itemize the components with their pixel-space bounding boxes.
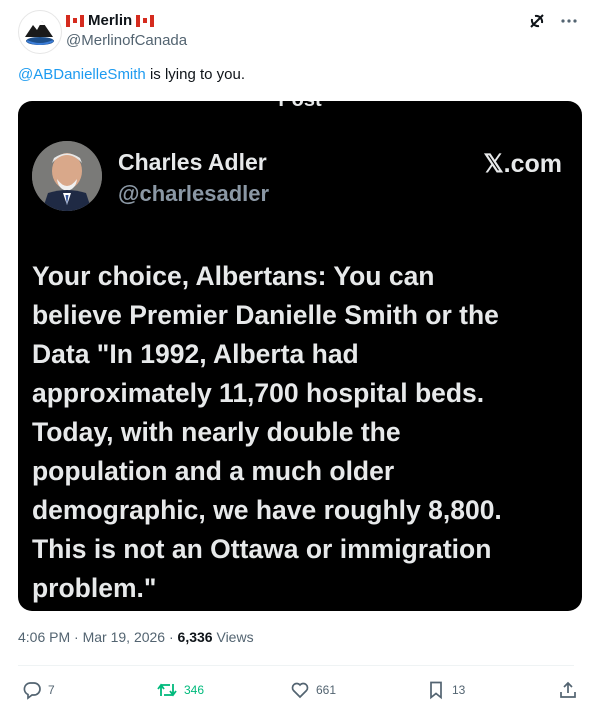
- tweet-text: @ABDanielleSmith is lying to you.: [18, 66, 245, 83]
- canada-flag-icon: [136, 14, 155, 27]
- author-name[interactable]: Merlin: [88, 12, 132, 29]
- embedded-avatar: [32, 141, 102, 211]
- more-icon[interactable]: [560, 12, 578, 30]
- bookmark-icon: [430, 681, 442, 700]
- repost-button[interactable]: 346: [156, 680, 204, 700]
- bookmark-button[interactable]: 13: [426, 680, 465, 700]
- repost-count: 346: [184, 683, 205, 697]
- embedded-top-label: Post: [18, 101, 582, 112]
- grok-icon[interactable]: [528, 12, 546, 30]
- views-label: Views: [212, 629, 254, 645]
- mention-link[interactable]: @ABDanielleSmith: [18, 66, 146, 83]
- tweet-date[interactable]: Mar 19, 2026: [83, 629, 166, 645]
- action-bar: 7 346 661 13: [22, 678, 578, 704]
- tweet-header: Merlin @MerlinofCanada: [18, 10, 578, 56]
- like-count: 661: [316, 683, 337, 697]
- repost-icon: [157, 683, 177, 697]
- header-actions: [528, 12, 578, 30]
- share-icon: [560, 681, 576, 698]
- reply-icon: [23, 682, 41, 700]
- embedded-post-text: Your choice, Albertans: You can believe …: [32, 261, 502, 603]
- author-name-row[interactable]: Merlin: [66, 12, 155, 29]
- tweet-time[interactable]: 4:06 PM: [18, 629, 70, 645]
- reply-count: 7: [48, 683, 55, 697]
- bookmark-count: 13: [452, 683, 466, 697]
- embedded-author-name: Charles Adler: [118, 149, 267, 175]
- like-icon: [291, 682, 309, 699]
- canada-flag-icon: [66, 14, 84, 27]
- divider: [18, 665, 574, 666]
- embedded-screenshot[interactable]: Post Charles Adler @charlesadler 𝕏.com Y…: [18, 101, 582, 611]
- embedded-source-label: 𝕏.com: [483, 150, 563, 178]
- like-button[interactable]: 661: [290, 680, 336, 700]
- tweet-meta: 4:06 PM · Mar 19, 2026 · 6,336 Views: [18, 629, 254, 645]
- share-button[interactable]: [558, 680, 578, 700]
- reply-button[interactable]: 7: [22, 680, 55, 700]
- views-count: 6,336: [177, 629, 213, 645]
- author-handle[interactable]: @MerlinofCanada: [66, 32, 187, 49]
- avatar[interactable]: [18, 10, 62, 54]
- tweet-body: is lying to you.: [145, 66, 245, 83]
- embedded-author-handle: @charlesadler: [118, 181, 270, 206]
- meta-separator: ·: [70, 629, 83, 645]
- meta-separator: ·: [165, 629, 178, 645]
